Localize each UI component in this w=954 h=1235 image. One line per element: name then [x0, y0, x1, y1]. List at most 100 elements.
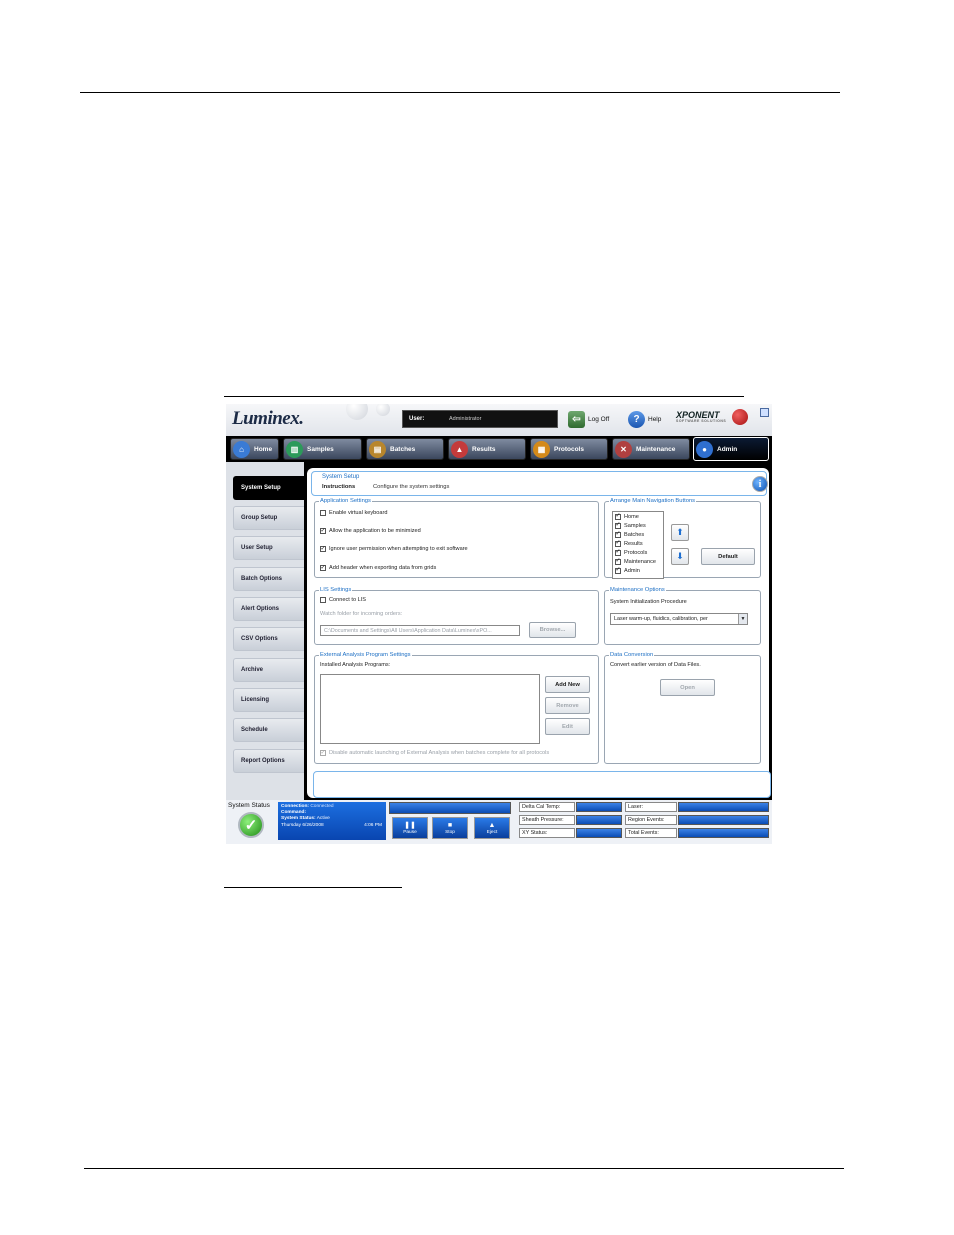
luminex-logo: Luminex.	[232, 408, 304, 429]
checkbox[interactable]: ✓	[320, 565, 326, 571]
results-icon: ▲	[451, 440, 468, 458]
delta-cal-temp-bar	[576, 802, 622, 812]
checkbox[interactable]: ✓	[320, 546, 326, 552]
list-item[interactable]: ✓ Protocols	[615, 548, 665, 557]
sidebar-item-system-setup[interactable]: System Setup	[233, 476, 304, 500]
laser-label: Laser:	[625, 802, 677, 812]
nav-tab-label: Samples	[307, 445, 334, 453]
info-icon[interactable]: i	[752, 476, 768, 492]
sidebar-item-group-setup[interactable]: Group Setup	[233, 506, 304, 530]
total-events-label: Total Events:	[625, 828, 677, 838]
samples-icon: ▥	[286, 440, 303, 458]
figure-top-rule	[224, 396, 744, 397]
nav-tab-label: Protocols	[554, 445, 584, 453]
checkbox[interactable]	[320, 510, 326, 516]
checkbox[interactable]: ✓	[615, 522, 621, 529]
nav-tab-label: Home	[254, 445, 273, 453]
checkbox[interactable]: ✓	[615, 558, 621, 565]
list-item[interactable]: ✓ Home	[615, 512, 665, 521]
checkbox[interactable]: ✓	[615, 540, 621, 547]
main-navigation: ⌂ Home ▥ Samples ▤ Batches ▲ Results ▦ P…	[226, 436, 772, 462]
nav-tab-results[interactable]: ▲ Results	[448, 438, 526, 460]
browse-button[interactable]: Browse...	[529, 622, 576, 638]
user-box: User: Administrator	[402, 410, 558, 428]
option-label: Enable virtual keyboard	[329, 510, 388, 516]
sidebar-item-batch-options[interactable]: Batch Options	[233, 567, 304, 591]
watch-folder-label: Watch folder for incoming orders:	[320, 611, 403, 617]
logoff-label: Log Off	[588, 415, 610, 423]
checkbox[interactable]: ✓	[615, 567, 621, 574]
sidebar-item-report-options[interactable]: Report Options	[233, 749, 304, 773]
list-item-label: Batches	[624, 531, 645, 538]
page-header-rule	[80, 92, 840, 93]
status-bar: System Status ✓ Connection: Connected Co…	[226, 800, 772, 844]
arrow-up-icon: ⬆	[676, 527, 684, 537]
message-area	[313, 771, 771, 798]
option-ignore-permission[interactable]: ✓ Ignore user permission when attempting…	[320, 546, 468, 552]
sidebar-item-archive[interactable]: Archive	[233, 658, 304, 682]
nav-tab-label: Maintenance	[636, 445, 676, 453]
default-button[interactable]: Default	[701, 548, 755, 565]
nav-tab-samples[interactable]: ▥ Samples	[283, 438, 362, 460]
list-item[interactable]: ✓ Batches	[615, 530, 665, 539]
checkbox[interactable]: ✓	[320, 528, 326, 534]
open-button[interactable]: Open	[660, 679, 715, 696]
user-label: User:	[409, 416, 425, 422]
nav-tab-protocols[interactable]: ▦ Protocols	[530, 438, 608, 460]
sidebar-item-schedule[interactable]: Schedule	[233, 718, 304, 742]
option-connect-lis[interactable]: Connect to LIS	[320, 597, 366, 603]
window-restore-icon[interactable]	[760, 408, 769, 417]
sidebar-item-licensing[interactable]: Licensing	[233, 688, 304, 712]
arrow-down-icon: ⬇	[676, 551, 684, 561]
checkbox[interactable]: ✓	[320, 750, 326, 756]
nav-tab-maintenance[interactable]: ✕ Maintenance	[612, 438, 690, 460]
add-new-button[interactable]: Add New	[545, 676, 590, 693]
move-up-button[interactable]: ⬆	[671, 524, 689, 541]
option-label: Disable automatic launching of External …	[329, 750, 550, 756]
list-item[interactable]: ✓ Maintenance	[615, 557, 665, 566]
installed-programs-label: Installed Analysis Programs:	[320, 662, 391, 668]
eject-button[interactable]: ▲ Eject	[474, 817, 510, 839]
nav-tab-home[interactable]: ⌂ Home	[230, 438, 279, 460]
help-button[interactable]: ? Help	[628, 410, 661, 428]
list-item[interactable]: ✓ Admin	[615, 566, 665, 575]
admin-sidebar: System Setup Group Setup User Setup Batc…	[226, 462, 304, 800]
sidebar-item-user-setup[interactable]: User Setup	[233, 536, 304, 560]
group-legend: Arrange Main Navigation Buttons	[610, 498, 696, 504]
option-add-header[interactable]: ✓ Add header when exporting data from gr…	[320, 565, 436, 571]
nav-tab-batches[interactable]: ▤ Batches	[366, 438, 444, 460]
logoff-button[interactable]: ⇦ Log Off	[568, 410, 609, 428]
option-allow-minimize[interactable]: ✓ Allow the application to be minimized	[320, 528, 421, 534]
remove-button[interactable]: Remove	[545, 697, 590, 714]
laser-bar	[678, 802, 769, 812]
edit-button[interactable]: Edit	[545, 718, 590, 735]
chevron-down-icon: ▼	[738, 614, 747, 624]
page-footer-rule	[84, 1168, 844, 1169]
sidebar-item-alert-options[interactable]: Alert Options	[233, 597, 304, 621]
connection-value: Connected	[310, 804, 334, 809]
procedure-select[interactable]: Laser warm-up, fluidics, calibration, pe…	[610, 613, 748, 625]
option-disable-auto-launch[interactable]: ✓ Disable automatic launching of Externa…	[320, 750, 549, 756]
nav-tab-admin[interactable]: ● Admin	[693, 437, 769, 461]
stop-button[interactable]: ■ Stop	[432, 817, 468, 839]
list-item[interactable]: ✓ Results	[615, 539, 665, 548]
system-setup-panel: System Setup Instructions Configure the …	[307, 468, 771, 798]
checkbox[interactable]: ✓	[615, 549, 621, 556]
move-down-button[interactable]: ⬇	[671, 548, 689, 565]
checkbox[interactable]: ✓	[615, 513, 621, 520]
status-time: 4:06 PM	[364, 822, 382, 828]
checkbox[interactable]	[320, 597, 326, 603]
sidebar-item-csv-options[interactable]: CSV Options	[233, 627, 304, 651]
list-item[interactable]: ✓ Samples	[615, 521, 665, 530]
checkbox[interactable]: ✓	[615, 531, 621, 538]
watch-folder-path-field[interactable]: C:\Documents and Settings\All Users\Appl…	[320, 625, 520, 636]
stop-icon: ■	[447, 821, 453, 829]
option-virtual-keyboard[interactable]: Enable virtual keyboard	[320, 510, 387, 516]
group-legend: Data Conversion	[610, 652, 654, 658]
installed-programs-list[interactable]	[320, 674, 540, 744]
brand-subtitle: SOFTWARE SOLUTIONS	[676, 419, 727, 423]
pause-button[interactable]: ❚❚ Pause	[392, 817, 428, 839]
navigation-button-list[interactable]: ✓ Home ✓ Samples ✓ Batches ✓ Results ✓ Protoc…	[612, 511, 664, 579]
protocols-icon: ▦	[533, 440, 550, 458]
xponent-brand: XPONENT SOFTWARE SOLUTIONS	[676, 410, 726, 423]
